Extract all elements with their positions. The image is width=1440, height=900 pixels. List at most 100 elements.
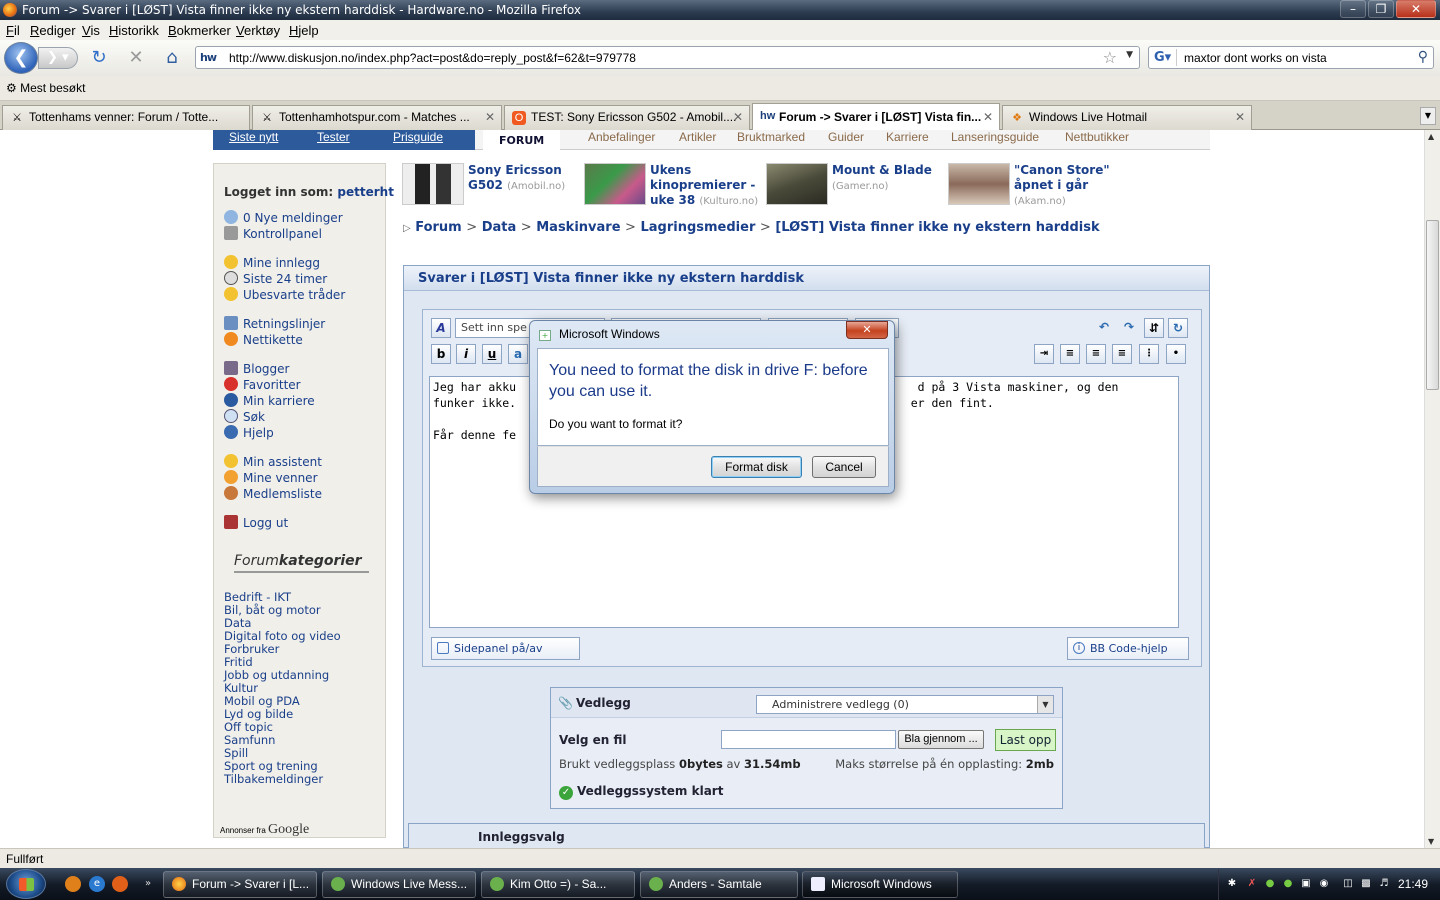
- start-button[interactable]: [6, 869, 46, 899]
- sidebar-item-assistant[interactable]: Min assistent: [224, 454, 322, 469]
- messenger-tray-icon[interactable]: ●: [1263, 877, 1277, 891]
- category-link[interactable]: Bil, båt og motor: [224, 603, 321, 617]
- network-icon[interactable]: ◫: [1341, 877, 1355, 891]
- category-link[interactable]: Off topic: [224, 720, 273, 734]
- nav-lanseringsguide[interactable]: Lanseringsguide: [951, 130, 1039, 144]
- sidebar-item-blogs[interactable]: Blogger: [224, 361, 289, 376]
- bookmark-star-icon[interactable]: ☆: [1103, 48, 1117, 67]
- category-link[interactable]: Mobil og PDA: [224, 694, 300, 708]
- scrollbar-thumb[interactable]: [1426, 220, 1439, 390]
- tray-app-icon[interactable]: ◉: [1317, 877, 1331, 891]
- nav-karriere[interactable]: Karriere: [886, 130, 929, 144]
- messenger-tray-icon-2[interactable]: ●: [1281, 877, 1295, 891]
- news-item[interactable]: Ukens kinopremierer - uke 38 (Kulturo.no): [584, 163, 764, 207]
- tab-list-dropdown-icon[interactable]: ▼: [1420, 107, 1436, 125]
- url-history-dropdown-icon[interactable]: ▼: [1126, 50, 1133, 60]
- close-tab-icon[interactable]: ✕: [733, 106, 743, 128]
- google-ads-label[interactable]: Annonser fra Google: [220, 822, 309, 838]
- tab-forum-active[interactable]: hw Forum -> Svarer i [LØST] Vista fin...…: [752, 103, 1000, 131]
- category-link[interactable]: Forbruker: [224, 642, 279, 656]
- reload-icon[interactable]: ↻: [88, 47, 110, 69]
- sync-icon[interactable]: ▣: [1299, 877, 1313, 891]
- switch-editor-icon[interactable]: ↻: [1168, 318, 1188, 338]
- taskbar-item-chat-kim[interactable]: Kim Otto =) - Sa...: [481, 871, 635, 898]
- bullet-list-icon[interactable]: •: [1166, 344, 1186, 364]
- tab-hotmail[interactable]: ❖ Windows Live Hotmail ✕: [1002, 105, 1252, 130]
- breadcrumb-data[interactable]: Data: [482, 220, 517, 235]
- home-icon[interactable]: ⌂: [161, 47, 183, 69]
- bbcode-help-button[interactable]: i BB Code-hjelp: [1067, 637, 1189, 660]
- breadcrumb-topic[interactable]: [LØST] Vista finner ikke ny ekstern hard…: [775, 220, 1099, 235]
- category-link[interactable]: Data: [224, 616, 251, 630]
- menu-help[interactable]: Hjelp: [289, 23, 319, 38]
- tab-tottenhamhotspur[interactable]: ⚔ Tottenhamhotspur.com - Matches ... ✕: [252, 105, 502, 130]
- category-link[interactable]: Jobb og utdanning: [224, 668, 329, 682]
- vertical-scrollbar[interactable]: ▲ ▼: [1424, 130, 1440, 848]
- sidebar-item-guidelines[interactable]: Retningslinjer: [224, 316, 325, 331]
- nav-bruktmarked[interactable]: Bruktmarked: [737, 130, 805, 144]
- firefox-quicklaunch-icon[interactable]: [65, 876, 81, 892]
- menu-bookmarks[interactable]: Bokmerker: [168, 23, 231, 38]
- sidebar-item-new-messages[interactable]: 0 Nye meldinger: [224, 210, 343, 225]
- sidebar-item-last-24h[interactable]: Siste 24 timer: [224, 271, 327, 286]
- underline-button[interactable]: u: [482, 344, 502, 364]
- menu-tools[interactable]: Verktøy: [236, 23, 280, 38]
- category-link[interactable]: Sport og trening: [224, 759, 318, 773]
- font-style-icon[interactable]: A: [431, 318, 451, 338]
- align-right-icon[interactable]: ≡: [1112, 344, 1132, 364]
- close-tab-icon[interactable]: ✕: [1235, 106, 1245, 128]
- back-button[interactable]: ❮: [4, 42, 38, 74]
- sidebar-item-memberlist[interactable]: Medlemsliste: [224, 486, 322, 501]
- sidebar-item-unanswered[interactable]: Ubesvarte tråder: [224, 287, 345, 302]
- file-input[interactable]: [721, 730, 896, 749]
- redo-icon[interactable]: ↷: [1119, 318, 1139, 338]
- volume-icon[interactable]: ♬: [1377, 877, 1391, 891]
- close-tab-icon[interactable]: ✕: [485, 106, 495, 128]
- url-bar[interactable]: hw http://www.diskusjon.no/index.php?act…: [195, 46, 1140, 69]
- news-item[interactable]: "Canon Store" åpnet i går (Akam.no): [948, 163, 1148, 207]
- minimize-button[interactable]: –: [1340, 0, 1366, 18]
- category-link[interactable]: Tilbakemeldinger: [224, 772, 323, 786]
- category-link[interactable]: Spill: [224, 746, 248, 760]
- sidebar-item-help[interactable]: Hjelp: [224, 425, 274, 440]
- power-icon[interactable]: ▩: [1359, 877, 1373, 891]
- bold-button[interactable]: b: [431, 344, 451, 364]
- nav-tester[interactable]: Tester: [317, 130, 350, 144]
- nav-forum-tab[interactable]: FORUM: [483, 130, 561, 150]
- nav-siste-nytt[interactable]: Siste nytt: [229, 130, 278, 144]
- scroll-down-icon[interactable]: ▼: [1428, 837, 1434, 846]
- upload-button[interactable]: Last opp: [995, 729, 1056, 751]
- google-search-engine-icon[interactable]: G▾: [1151, 49, 1177, 66]
- sidebar-item-friends[interactable]: Mine venner: [224, 470, 318, 485]
- manage-attachments-select[interactable]: Administrere vedlegg (0) ▼: [756, 695, 1054, 714]
- numbered-list-icon[interactable]: ⋮: [1139, 344, 1159, 364]
- close-tab-icon[interactable]: ✕: [983, 104, 993, 131]
- close-window-button[interactable]: ✕: [1396, 0, 1436, 18]
- restore-button[interactable]: ❐: [1368, 0, 1394, 18]
- search-icon[interactable]: ⚲: [1418, 49, 1428, 65]
- sidebar-item-my-posts[interactable]: Mine innlegg: [224, 255, 320, 270]
- sidebar-item-control-panel[interactable]: Kontrollpanel: [224, 226, 322, 241]
- menu-file[interactable]: Fil: [6, 23, 20, 38]
- tab-tottenhams-venner[interactable]: ⚔ Tottenhams venner: Forum / Totte...: [2, 105, 250, 130]
- quicklaunch-more-icon[interactable]: »: [140, 876, 156, 892]
- stop-icon[interactable]: ✕: [125, 47, 147, 69]
- browse-button[interactable]: Bla gjennom ...: [898, 730, 984, 749]
- sidebar-item-favorites[interactable]: Favoritter: [224, 377, 301, 392]
- align-center-icon[interactable]: ≡: [1086, 344, 1106, 364]
- undo-icon[interactable]: ↶: [1094, 318, 1114, 338]
- sidepanel-toggle-button[interactable]: Sidepanel på/av: [431, 637, 580, 660]
- breadcrumb-forum[interactable]: Forum: [415, 220, 462, 235]
- nav-artikler[interactable]: Artikler: [679, 130, 716, 144]
- sidebar-item-logout[interactable]: Logg ut: [224, 515, 288, 530]
- sidebar-item-netiquette[interactable]: Nettikette: [224, 332, 303, 347]
- menu-history[interactable]: Historikk: [109, 23, 159, 38]
- dialog-close-button[interactable]: ✕: [846, 321, 888, 339]
- security-alert-icon[interactable]: ✗: [1245, 877, 1259, 891]
- italic-button[interactable]: i: [456, 344, 476, 364]
- taskbar-item-chat-anders[interactable]: Anders - Samtale: [640, 871, 798, 898]
- menu-view[interactable]: Vis: [82, 23, 100, 38]
- taskbar-item-firefox[interactable]: Forum -> Svarer i [L...: [163, 871, 317, 898]
- nav-prisguide[interactable]: Prisguide: [393, 130, 443, 144]
- ie-quicklaunch-icon[interactable]: e: [89, 876, 105, 892]
